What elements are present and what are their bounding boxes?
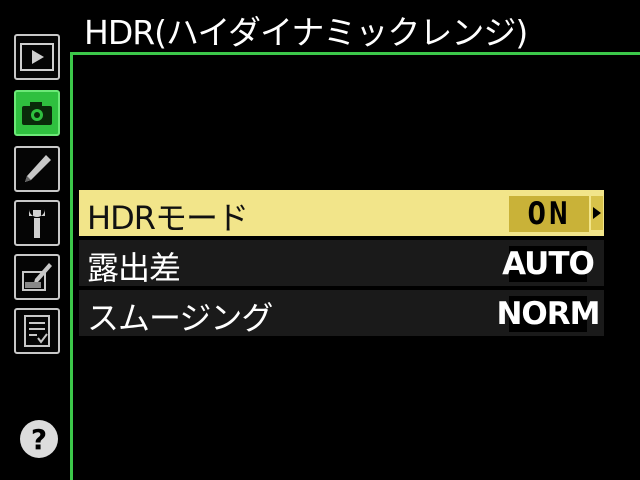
retouch-brush-icon <box>22 263 52 291</box>
camera-icon <box>22 102 52 125</box>
tab-custom-settings[interactable] <box>14 146 60 192</box>
menu-item-label: HDRモード <box>87 199 249 237</box>
menu-item-value: ON <box>509 196 589 232</box>
checklist-icon <box>24 315 50 347</box>
tab-playback[interactable] <box>14 34 60 80</box>
menu-frame-top-border <box>70 52 640 55</box>
pencil-icon <box>25 155 51 182</box>
menu-item-label: 露出差 <box>87 249 181 287</box>
help-icon[interactable]: ? <box>20 420 58 458</box>
menu-item-label: スムージング <box>87 299 273 337</box>
tab-retouch[interactable] <box>14 254 60 300</box>
page-title: HDR(ハイダイナミックレンジ) <box>84 13 528 52</box>
menu-item-hdr-mode[interactable]: HDRモード ON <box>79 190 604 237</box>
arrow-right-icon[interactable] <box>591 196 603 230</box>
menu-frame-left-border <box>70 52 73 480</box>
menu-item-smoothing[interactable]: スムージング NORM <box>79 290 604 337</box>
menu-item-value: NORM <box>496 296 601 332</box>
menu-item-exposure-differential[interactable]: 露出差 AUTO <box>79 240 604 287</box>
tab-my-menu[interactable] <box>14 308 60 354</box>
menu-item-value: AUTO <box>502 246 595 282</box>
tab-shooting[interactable] <box>14 90 60 136</box>
play-icon <box>20 43 54 71</box>
wrench-icon <box>29 209 45 238</box>
tab-setup[interactable] <box>14 200 60 246</box>
